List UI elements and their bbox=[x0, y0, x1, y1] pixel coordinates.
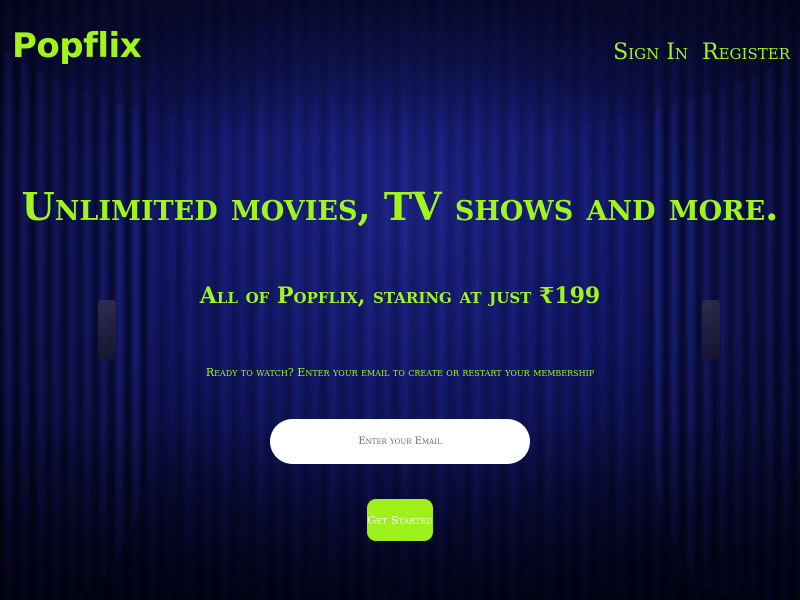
register-link[interactable]: Register bbox=[702, 40, 790, 65]
hero-subheadline: All of Popflix, staring at just ₹199 bbox=[199, 283, 601, 309]
top-nav: Sign In Register bbox=[613, 40, 790, 65]
sign-in-link[interactable]: Sign In bbox=[613, 40, 688, 65]
membership-prompt: Ready to watch? Enter your email to crea… bbox=[205, 366, 595, 379]
hero-headline: Unlimited movies, TV shows and more. bbox=[21, 184, 779, 229]
get-started-button[interactable]: Get Started bbox=[367, 499, 433, 541]
email-input[interactable] bbox=[270, 419, 530, 464]
brand-logo[interactable]: Popflix bbox=[12, 26, 142, 66]
